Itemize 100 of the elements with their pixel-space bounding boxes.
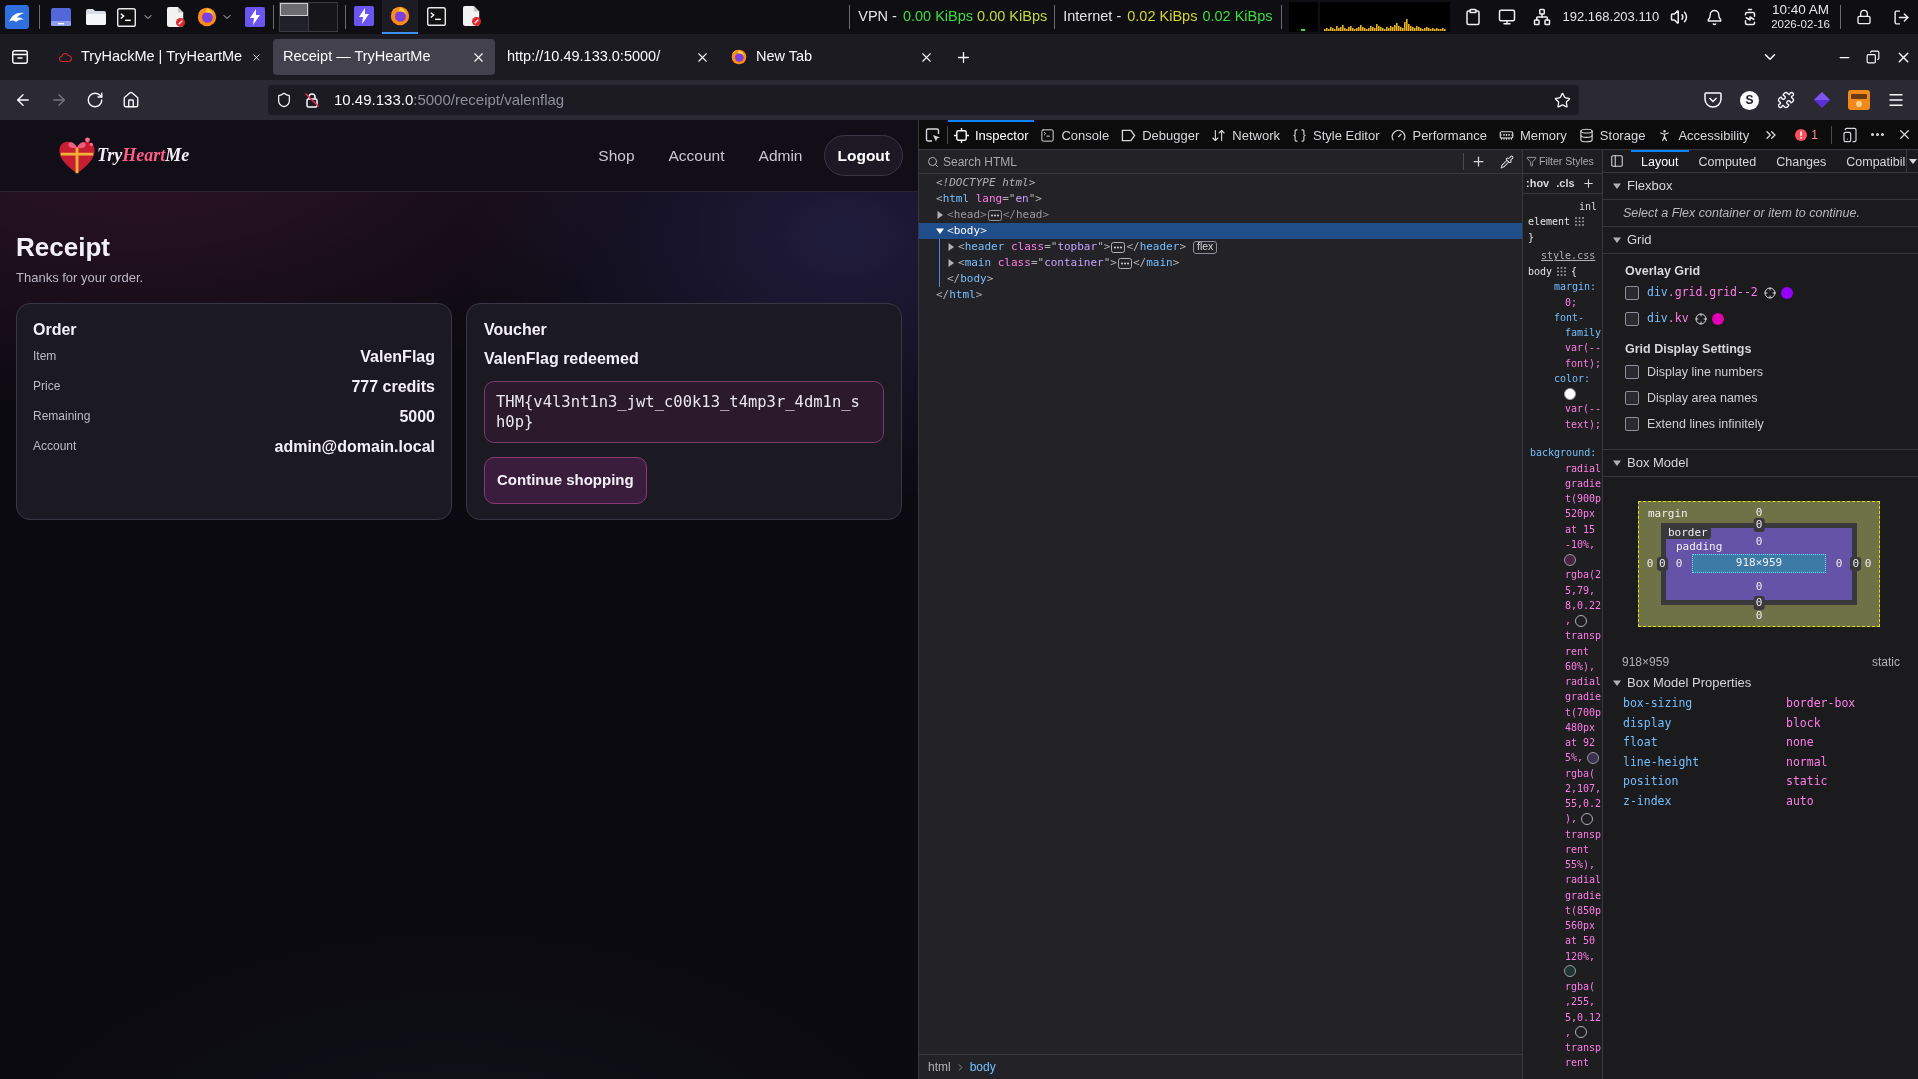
- caret-down-icon[interactable]: [1613, 182, 1621, 190]
- browser-tab[interactable]: Receipt — TryHeartMe: [273, 39, 495, 75]
- close-icon[interactable]: [1897, 127, 1912, 142]
- color-swatch-icon[interactable]: [1564, 965, 1576, 978]
- extension-icon[interactable]: [1848, 90, 1870, 110]
- property-value[interactable]: normal: [1786, 753, 1828, 771]
- search-field[interactable]: Search HTML: [943, 152, 1463, 171]
- continue-shopping-button[interactable]: Continue shopping: [484, 457, 647, 504]
- devtools-tab[interactable]: Performance: [1385, 120, 1493, 149]
- section-header[interactable]: Box Model: [1603, 450, 1918, 477]
- box-model-value[interactable]: 0: [1753, 596, 1765, 610]
- caret-down-icon[interactable]: [936, 227, 944, 235]
- tree-row[interactable]: <!DOCTYPE html>: [919, 175, 1522, 191]
- caret-right-icon[interactable]: [947, 259, 955, 267]
- color-swatch-icon[interactable]: [1587, 751, 1600, 764]
- tree-row[interactable]: <body>: [919, 223, 1522, 239]
- box-model-content[interactable]: 918×959: [1692, 554, 1826, 573]
- tree-row[interactable]: </body>: [919, 271, 1522, 287]
- devtools-tab[interactable]: Network: [1205, 120, 1286, 149]
- error-count-button[interactable]: 1: [1795, 125, 1818, 144]
- tree-row[interactable]: <header class="topbar"> </header> flex: [919, 239, 1522, 255]
- browser-tab[interactable]: http://10.49.133.0:5000/: [497, 39, 719, 75]
- pseudo-toggle-button[interactable]: .cls: [1556, 175, 1575, 192]
- checkbox[interactable]: [1625, 286, 1639, 300]
- devtools-tab[interactable]: Memory: [1492, 120, 1573, 149]
- property-value[interactable]: static: [1786, 773, 1828, 791]
- logo-text[interactable]: Heart: [122, 142, 166, 169]
- logo-text[interactable]: Try: [97, 142, 123, 169]
- crosshair-icon[interactable]: [1763, 287, 1776, 299]
- eyedropper-icon[interactable]: [1500, 154, 1514, 169]
- grid-dots-icon[interactable]: [1557, 267, 1567, 277]
- checkbox[interactable]: [1625, 312, 1639, 326]
- lock-icon[interactable]: [1856, 9, 1872, 25]
- box-model-value[interactable]: 0: [1646, 557, 1654, 571]
- profile-avatar[interactable]: S: [1740, 90, 1759, 110]
- filter-field[interactable]: Filter Styles: [1539, 153, 1602, 170]
- lightning-icon[interactable]: [245, 7, 265, 27]
- devtools-tab[interactable]: Console: [1034, 120, 1116, 149]
- url-field[interactable]: 10.49.133.0:5000/receipt/valenflag: [268, 85, 1579, 115]
- workspace-switcher[interactable]: [279, 2, 338, 32]
- caret-down-icon[interactable]: [1613, 459, 1621, 467]
- breadcrumb-item[interactable]: body: [969, 1058, 996, 1076]
- caret-right-icon[interactable]: [936, 211, 944, 219]
- sidebar-tab[interactable]: Computed: [1688, 150, 1767, 172]
- logout-button[interactable]: Logout: [824, 135, 903, 176]
- caret-down-icon[interactable]: [1613, 679, 1621, 687]
- section-header[interactable]: Grid: [1603, 227, 1918, 254]
- grid-overlay-label[interactable]: div.grid.grid--2: [1647, 284, 1758, 302]
- stylesheet-link[interactable]: style.css: [1541, 248, 1596, 264]
- clipboard-icon[interactable]: [1463, 8, 1482, 26]
- box-model-value[interactable]: 0: [1755, 535, 1763, 549]
- box-model-value[interactable]: 0: [1657, 557, 1668, 571]
- tree-row[interactable]: <html lang="en">: [919, 191, 1522, 207]
- devtools-tab[interactable]: Accessibility: [1651, 120, 1756, 149]
- puzzle-icon[interactable]: [1777, 91, 1795, 109]
- sidebar-tab[interactable]: Compatibil: [1836, 150, 1907, 172]
- devtools-tab[interactable]: Storage: [1572, 120, 1652, 149]
- speaker-icon[interactable]: [1670, 8, 1689, 26]
- panel-toggle-icon[interactable]: [1610, 154, 1624, 168]
- ellipsis-icon[interactable]: [987, 209, 1002, 221]
- crossed-lock-icon[interactable]: [304, 92, 320, 108]
- bell-icon[interactable]: [1706, 8, 1724, 26]
- add-node-icon[interactable]: [1471, 154, 1486, 169]
- property-value[interactable]: border-box: [1786, 695, 1856, 713]
- ellipsis-icon[interactable]: [1111, 241, 1126, 253]
- box-model-value[interactable]: 0: [1675, 556, 1683, 571]
- nav-link[interactable]: Admin: [758, 143, 803, 168]
- tree-row[interactable]: </html>: [919, 287, 1522, 303]
- box-model-value[interactable]: 0: [1835, 556, 1843, 571]
- sidebar-tab[interactable]: Layout: [1631, 150, 1689, 172]
- flex-badge[interactable]: flex: [1193, 240, 1218, 254]
- box-model-value[interactable]: 0: [1850, 557, 1861, 571]
- pocket-icon[interactable]: [1704, 92, 1722, 108]
- checkbox[interactable]: [1625, 417, 1639, 431]
- dropdown-caret-icon[interactable]: [1909, 158, 1918, 164]
- monitor-icon[interactable]: [1497, 8, 1516, 26]
- checkbox[interactable]: [1625, 391, 1639, 405]
- property-value[interactable]: auto: [1786, 792, 1814, 810]
- ellipsis-icon[interactable]: [1118, 257, 1132, 269]
- caret-right-icon[interactable]: [947, 243, 955, 251]
- box-model-value[interactable]: 0: [1755, 579, 1763, 594]
- folder-icon[interactable]: [86, 8, 106, 26]
- pseudo-toggle-button[interactable]: :hov: [1526, 175, 1550, 192]
- restore-icon[interactable]: [1866, 50, 1880, 64]
- color-swatch-icon[interactable]: [1564, 553, 1576, 566]
- property-value[interactable]: none: [1786, 734, 1814, 752]
- devtools-tab[interactable]: Style Editor: [1286, 120, 1386, 149]
- grid-dots-icon[interactable]: [1575, 217, 1585, 227]
- checkbox[interactable]: [1625, 365, 1639, 379]
- property-value[interactable]: block: [1786, 714, 1821, 732]
- logout-icon[interactable]: [1893, 8, 1910, 26]
- breadcrumb-item[interactable]: html: [928, 1058, 951, 1076]
- desktop-icon[interactable]: [51, 8, 71, 26]
- tab-overview-icon[interactable]: [12, 50, 28, 64]
- color-swatch-icon[interactable]: [1564, 387, 1576, 400]
- diamond-icon[interactable]: [1813, 91, 1831, 109]
- nav-link[interactable]: Account: [668, 143, 725, 168]
- tree-row[interactable]: <head> </head>: [919, 207, 1522, 223]
- browser-icon[interactable]: [197, 7, 217, 27]
- devtools-tab[interactable]: Debugger: [1115, 120, 1206, 149]
